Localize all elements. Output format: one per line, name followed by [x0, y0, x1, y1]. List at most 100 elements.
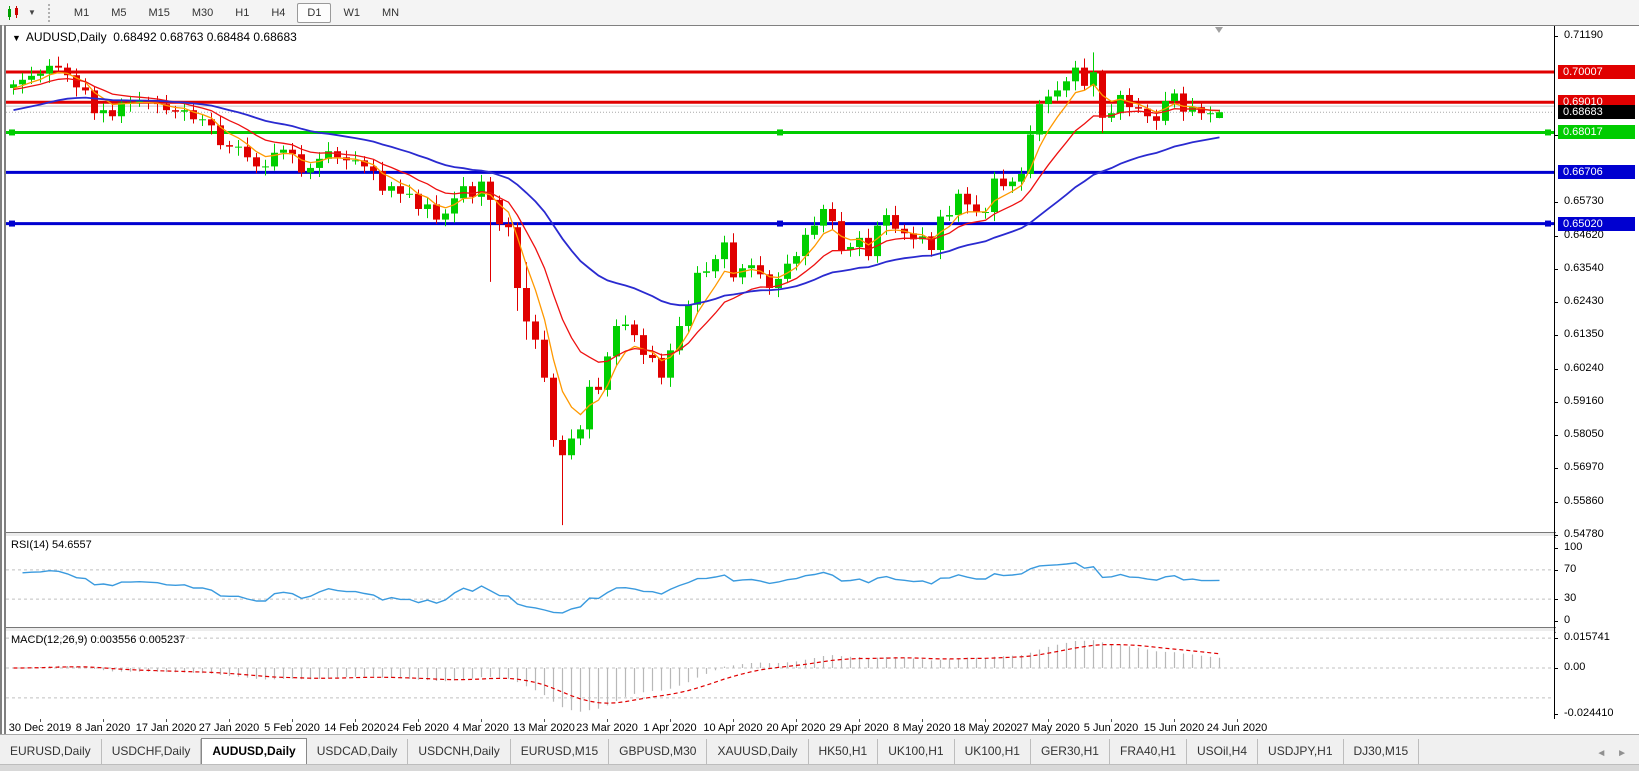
date-tick-label: 14 Feb 2020	[324, 722, 386, 734]
chart-tab-xauusd-daily[interactable]: XAUUSD,Daily	[707, 739, 808, 764]
price-tick-mark	[1554, 236, 1558, 237]
macd-tick-mark	[1554, 638, 1558, 639]
date-tick-label: 10 Apr 2020	[703, 722, 762, 734]
chart-dropdown-icon[interactable]: ▼	[12, 33, 21, 43]
chart-shift-marker[interactable]	[1215, 27, 1223, 33]
chart-tab-audusd-daily[interactable]: AUDUSD,Daily	[201, 738, 306, 765]
date-tick-label: 5 Jun 2020	[1084, 722, 1138, 734]
rsi-tick-label: 100	[1564, 541, 1582, 553]
chart-tab-uk100-h1[interactable]: UK100,H1	[955, 739, 1031, 764]
price-tick-label: 0.61350	[1564, 328, 1604, 340]
toolbar-grip	[48, 4, 55, 22]
price-tick-mark	[1554, 302, 1558, 303]
price-tick-label: 0.63540	[1564, 262, 1604, 274]
date-tick-label: 29 Apr 2020	[829, 722, 888, 734]
macd-tick-label: 0.00	[1564, 661, 1585, 673]
price-tick-mark	[1554, 402, 1558, 403]
date-tick-label: 17 Jan 2020	[136, 722, 197, 734]
price-tick-label: 0.58050	[1564, 428, 1604, 440]
chart-tab-fra40-h1[interactable]: FRA40,H1	[1110, 739, 1187, 764]
timeframe-button-h1[interactable]: H1	[225, 3, 259, 23]
date-tick-label: 13 Mar 2020	[513, 722, 575, 734]
rsi-label: RSI(14) 54.6557	[11, 539, 92, 551]
chart-tab-hk50-h1[interactable]: HK50,H1	[809, 739, 879, 764]
price-tick-mark	[1554, 335, 1558, 336]
rsi-tick-mark	[1554, 570, 1558, 571]
date-tick-label: 24 Feb 2020	[387, 722, 449, 734]
current-price-label: 0.68683	[1558, 105, 1635, 119]
macd-pane[interactable]: MACD(12,26,9) 0.003556 0.005237	[6, 631, 1554, 719]
chart-symbol-label: AUDUSD,Daily	[26, 30, 107, 44]
price-tick-mark	[1554, 369, 1558, 370]
rsi-canvas[interactable]	[6, 536, 1554, 627]
price-tick-mark	[1554, 535, 1558, 536]
rsi-pane[interactable]: RSI(14) 54.6557	[6, 536, 1554, 627]
date-tick-label: 1 Apr 2020	[643, 722, 696, 734]
price-tick-mark	[1554, 468, 1558, 469]
top-toolbar: ▼ M1M5M15M30H1H4D1W1MN	[0, 0, 1639, 26]
timeframe-button-h4[interactable]: H4	[261, 3, 295, 23]
chart-ohlc-values: 0.68492 0.68763 0.68484 0.68683	[113, 30, 297, 44]
chart-arrows-icon[interactable]	[6, 5, 26, 21]
date-tick-label: 18 May 2020	[953, 722, 1017, 734]
price-tick-mark	[1554, 36, 1558, 37]
price-axis-line	[1554, 26, 1555, 719]
price-tick-label: 0.59160	[1564, 395, 1604, 407]
price-tick-mark	[1554, 269, 1558, 270]
price-tick-mark	[1554, 502, 1558, 503]
rsi-tick-mark	[1554, 621, 1558, 622]
chart-tab-bar: EURUSD,DailyUSDCHF,DailyAUDUSD,DailyUSDC…	[0, 734, 1639, 765]
price-tick-label: 0.65730	[1564, 195, 1604, 207]
chart-tab-usoil-h4[interactable]: USOil,H4	[1187, 739, 1258, 764]
timeframe-button-m30[interactable]: M30	[182, 3, 223, 23]
macd-tick-label: -0.024410	[1564, 707, 1614, 719]
price-tick-label: 0.55860	[1564, 495, 1604, 507]
date-axis[interactable]: 30 Dec 2019 8 Jan 2020 17 Jan 2020 27 Ja…	[6, 719, 1639, 735]
date-tick-label: 20 Apr 2020	[766, 722, 825, 734]
main-price-pane[interactable]	[6, 26, 1554, 532]
date-tick-label: 27 May 2020	[1016, 722, 1080, 734]
main-chart-canvas[interactable]	[6, 26, 1554, 532]
line-price-label: 0.66706	[1558, 165, 1635, 179]
chart-tab-eurusd-m15[interactable]: EURUSD,M15	[511, 739, 609, 764]
chart-tab-usdjpy-h1[interactable]: USDJPY,H1	[1258, 739, 1343, 764]
date-tick-label: 15 Jun 2020	[1144, 722, 1205, 734]
macd-canvas[interactable]	[6, 631, 1554, 719]
macd-tick-mark	[1554, 668, 1558, 669]
chevron-down-icon[interactable]: ▼	[28, 8, 36, 17]
timeframe-button-m1[interactable]: M1	[64, 3, 99, 23]
price-tick-mark	[1554, 435, 1558, 436]
price-tick-label: 0.54780	[1564, 528, 1604, 540]
chart-tab-ger30-h1[interactable]: GER30,H1	[1031, 739, 1110, 764]
timeframe-button-d1[interactable]: D1	[297, 3, 331, 23]
timeframe-button-w1[interactable]: W1	[333, 3, 370, 23]
timeframe-button-mn[interactable]: MN	[372, 3, 409, 23]
line-price-label: 0.68017	[1558, 125, 1635, 139]
line-price-label: 0.70007	[1558, 65, 1635, 79]
timeframe-button-m5[interactable]: M5	[101, 3, 136, 23]
macd-label: MACD(12,26,9) 0.003556 0.005237	[11, 634, 185, 646]
chart-window: ▼ AUDUSD,Daily 0.68492 0.68763 0.68484 0.…	[0, 25, 1639, 735]
rsi-tick-label: 70	[1564, 563, 1576, 575]
rsi-tick-label: 30	[1564, 592, 1576, 604]
date-tick-label: 8 May 2020	[893, 722, 950, 734]
timeframe-button-row: M1M5M15M30H1H4D1W1MN	[63, 3, 410, 23]
rsi-tick-mark	[1554, 599, 1558, 600]
date-tick-label: 5 Feb 2020	[264, 722, 320, 734]
chart-tab-uk100-h1[interactable]: UK100,H1	[878, 739, 954, 764]
line-price-label: 0.65020	[1558, 217, 1635, 231]
tab-scroll-arrows[interactable]: ◄ ►	[1596, 748, 1639, 759]
macd-tick-label: 0.015741	[1564, 631, 1610, 643]
chart-tab-eurusd-daily[interactable]: EURUSD,Daily	[0, 739, 102, 764]
price-axis-column[interactable]: 0.711900.679200.657300.646200.635400.624…	[1556, 26, 1639, 719]
date-tick-label: 27 Jan 2020	[199, 722, 260, 734]
chart-tab-gbpusd-m30[interactable]: GBPUSD,M30	[609, 739, 707, 764]
price-tick-label: 0.62430	[1564, 295, 1604, 307]
chart-tab-dj30-m15[interactable]: DJ30,M15	[1344, 739, 1420, 764]
date-tick-label: 24 Jun 2020	[1207, 722, 1268, 734]
chart-tab-usdcad-daily[interactable]: USDCAD,Daily	[307, 739, 409, 764]
date-tick-label: 30 Dec 2019	[9, 722, 71, 734]
timeframe-button-m15[interactable]: M15	[138, 3, 179, 23]
chart-tab-usdchf-daily[interactable]: USDCHF,Daily	[102, 739, 202, 764]
chart-tab-usdcnh-daily[interactable]: USDCNH,Daily	[408, 739, 510, 764]
